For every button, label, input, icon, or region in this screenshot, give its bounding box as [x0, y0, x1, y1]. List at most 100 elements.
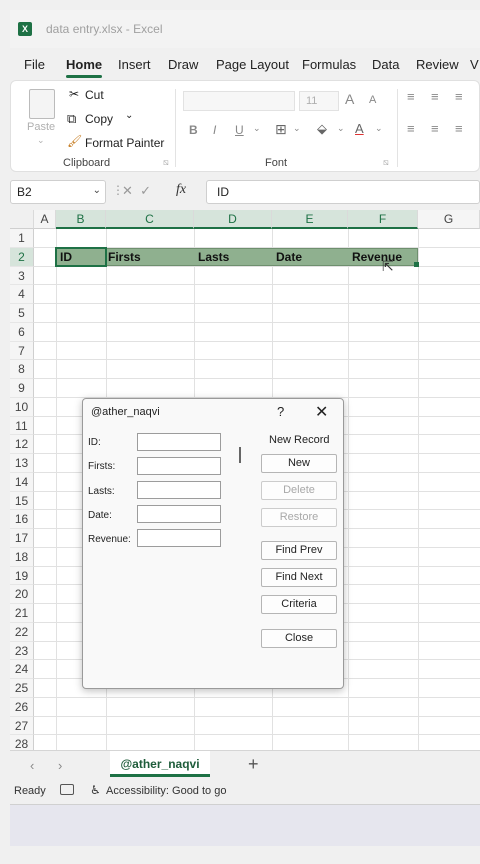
- chevron-down-icon[interactable]: ⌄: [125, 110, 133, 121]
- prev-sheet-icon[interactable]: ‹: [30, 758, 34, 773]
- row-header[interactable]: 20: [10, 585, 34, 604]
- row-header[interactable]: 12: [10, 435, 34, 454]
- close-icon[interactable]: ✕: [315, 402, 328, 422]
- row-header[interactable]: 19: [10, 566, 34, 586]
- tab-page-layout[interactable]: Page Layout: [216, 57, 289, 72]
- row-header[interactable]: 11: [10, 416, 34, 436]
- cell-d2[interactable]: Lasts: [198, 249, 229, 265]
- row-header[interactable]: 3: [10, 266, 34, 286]
- row-header[interactable]: 22: [10, 622, 34, 642]
- enter-icon[interactable]: ✓: [140, 183, 151, 198]
- row-header[interactable]: 25: [10, 679, 34, 698]
- row-header[interactable]: 7: [10, 341, 34, 361]
- row-header[interactable]: 27: [10, 716, 34, 736]
- delete-button[interactable]: Delete: [261, 481, 337, 500]
- row-header[interactable]: 15: [10, 491, 34, 511]
- restore-button[interactable]: Restore: [261, 508, 337, 527]
- format-painter-button[interactable]: Format Painter: [85, 136, 164, 150]
- cell-f2[interactable]: Revenue: [352, 249, 402, 265]
- row-header[interactable]: 16: [10, 510, 34, 529]
- grow-font-button[interactable]: A: [345, 91, 354, 107]
- record-scrollbar[interactable]: [239, 447, 241, 463]
- find-next-button[interactable]: Find Next: [261, 568, 337, 587]
- new-button[interactable]: New: [261, 454, 337, 473]
- row-header[interactable]: 17: [10, 529, 34, 548]
- row-header[interactable]: 14: [10, 472, 34, 492]
- underline-button[interactable]: U: [235, 123, 244, 137]
- revenue-field[interactable]: [137, 529, 221, 547]
- accessibility-icon[interactable]: ♿: [90, 783, 101, 797]
- add-sheet-button[interactable]: +: [248, 754, 259, 775]
- tab-draw[interactable]: Draw: [168, 57, 198, 72]
- align-top-icon[interactable]: ≡: [407, 89, 415, 104]
- font-name-combo[interactable]: [183, 91, 295, 111]
- font-size-combo[interactable]: 11: [299, 91, 339, 111]
- dialog-launcher-icon[interactable]: ⧅: [383, 157, 389, 168]
- insert-function-button[interactable]: fx: [176, 182, 186, 198]
- tab-view[interactable]: V: [470, 57, 479, 72]
- dialog-launcher-icon[interactable]: ⧅: [163, 157, 169, 168]
- align-center-icon[interactable]: ≡: [431, 121, 439, 136]
- align-right-icon[interactable]: ≡: [455, 121, 463, 136]
- shrink-font-button[interactable]: A: [369, 94, 376, 106]
- paste-dropdown-icon[interactable]: ⌄: [37, 135, 45, 146]
- row-header[interactable]: 18: [10, 547, 34, 567]
- column-header-d[interactable]: D: [194, 210, 272, 229]
- column-header-f[interactable]: F: [348, 210, 418, 229]
- name-box[interactable]: B2 ⌄: [10, 180, 106, 204]
- column-header-a[interactable]: A: [34, 210, 56, 229]
- column-header-c[interactable]: C: [106, 210, 194, 229]
- row-header[interactable]: 4: [10, 285, 34, 304]
- font-color-button[interactable]: A: [355, 121, 364, 136]
- sheet-tab-active[interactable]: @ather_naqvi: [110, 751, 210, 777]
- criteria-button[interactable]: Criteria: [261, 595, 337, 614]
- tab-insert[interactable]: Insert: [118, 57, 151, 72]
- tab-home[interactable]: Home: [66, 57, 103, 78]
- fill-handle[interactable]: [414, 262, 419, 267]
- paste-icon[interactable]: [29, 89, 55, 119]
- tab-file[interactable]: File: [24, 57, 45, 72]
- cut-button[interactable]: Cut: [85, 88, 104, 102]
- macro-recording-icon[interactable]: [60, 784, 74, 795]
- column-header-b[interactable]: B: [56, 210, 106, 229]
- row-header[interactable]: 2: [10, 247, 34, 267]
- chevron-down-icon[interactable]: ⌄: [375, 123, 383, 134]
- copy-button[interactable]: Copy: [85, 112, 113, 126]
- borders-icon[interactable]: ⊞: [275, 121, 287, 138]
- find-prev-button[interactable]: Find Prev: [261, 541, 337, 560]
- row-header[interactable]: 8: [10, 360, 34, 379]
- date-field[interactable]: [137, 505, 221, 523]
- align-bottom-icon[interactable]: ≡: [455, 89, 463, 104]
- chevron-down-icon[interactable]: ⌄: [293, 123, 301, 134]
- firsts-field[interactable]: [137, 457, 221, 475]
- row-header[interactable]: 5: [10, 304, 34, 323]
- row-header[interactable]: 13: [10, 454, 34, 473]
- row-header[interactable]: 10: [10, 397, 34, 417]
- row-header[interactable]: 26: [10, 697, 34, 717]
- tab-formulas[interactable]: Formulas: [302, 57, 356, 72]
- next-sheet-icon[interactable]: ›: [58, 758, 62, 773]
- close-button[interactable]: Close: [261, 629, 337, 648]
- chevron-down-icon[interactable]: ⌄: [253, 123, 261, 134]
- help-button[interactable]: ?: [277, 404, 284, 419]
- lasts-field[interactable]: [137, 481, 221, 499]
- cell-c2[interactable]: Firsts: [108, 249, 141, 265]
- bold-button[interactable]: B: [189, 123, 198, 137]
- cancel-icon[interactable]: ✕: [122, 183, 133, 198]
- row-header[interactable]: 6: [10, 322, 34, 342]
- tab-review[interactable]: Review: [416, 57, 459, 72]
- paste-button[interactable]: Paste: [27, 121, 55, 133]
- column-header-e[interactable]: E: [272, 210, 348, 229]
- row-header[interactable]: 23: [10, 641, 34, 661]
- row-header[interactable]: 1: [10, 229, 34, 248]
- tab-data[interactable]: Data: [372, 57, 399, 72]
- chevron-down-icon[interactable]: ⌄: [93, 185, 101, 196]
- italic-button[interactable]: I: [213, 123, 216, 137]
- row-header[interactable]: 21: [10, 604, 34, 623]
- cell-e2[interactable]: Date: [276, 249, 302, 265]
- select-all-corner[interactable]: [10, 210, 34, 229]
- row-header[interactable]: 28: [10, 735, 34, 750]
- align-left-icon[interactable]: ≡: [407, 121, 415, 136]
- row-header[interactable]: 9: [10, 379, 34, 398]
- id-field[interactable]: [137, 433, 221, 451]
